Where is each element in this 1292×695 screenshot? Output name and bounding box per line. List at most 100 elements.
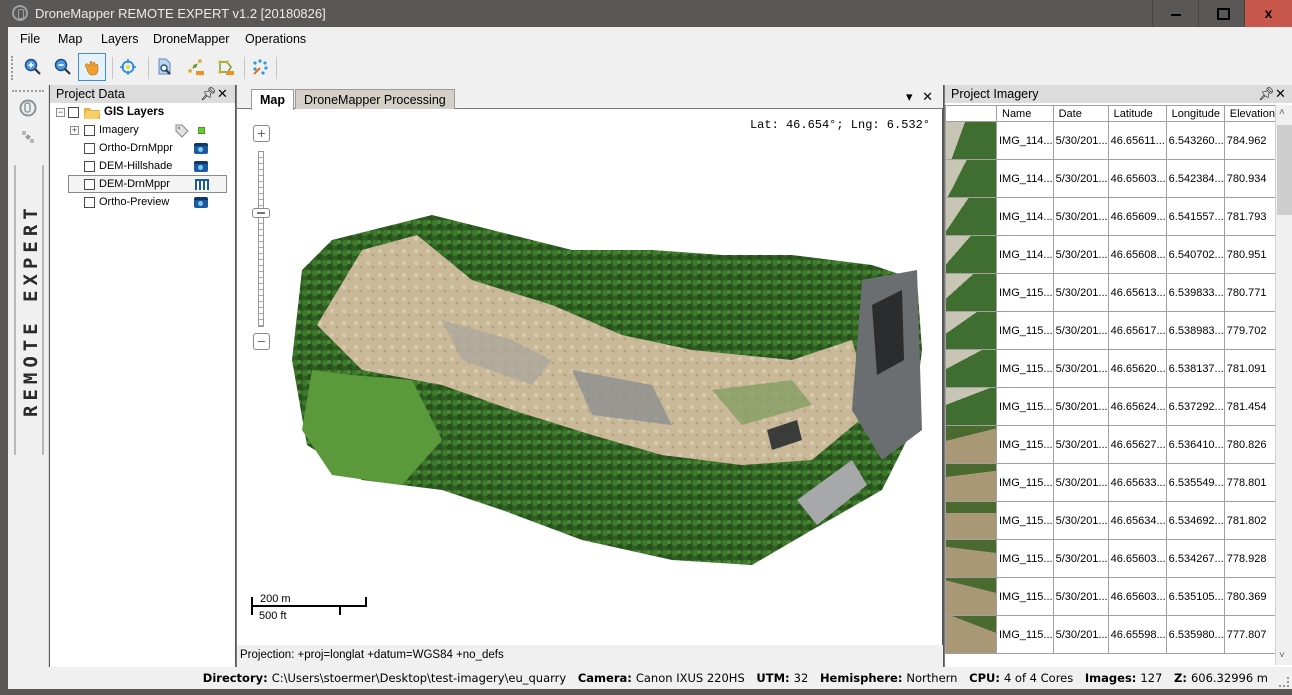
- table-row[interactable]: IMG_114... 5/30/201... 46.65609... 6.541557…: [945, 197, 1277, 236]
- collapse-toggle[interactable]: −: [56, 108, 65, 117]
- zoom-slider-thumb[interactable]: [252, 208, 270, 218]
- thumbnail-cell[interactable]: [945, 121, 997, 160]
- scroll-up-button[interactable]: ˄: [1279, 107, 1285, 118]
- close-panel-button[interactable]: ✕: [1275, 86, 1286, 102]
- layer-row-dem-drnmppr[interactable]: DEM-DrnMppr: [68, 175, 227, 193]
- toolbar-grip[interactable]: [11, 56, 13, 80]
- table-row[interactable]: IMG_115... 5/30/201... 46.65598... 6.535980…: [945, 615, 1277, 654]
- table-row[interactable]: IMG_114... 5/30/201... 46.65608... 6.540702…: [945, 235, 1277, 274]
- table-row[interactable]: IMG_115... 5/30/201... 46.65633... 6.535549…: [945, 463, 1277, 502]
- tab-dronemapper-processing[interactable]: DroneMapper Processing: [295, 89, 455, 109]
- point-picker-button[interactable]: [246, 53, 274, 81]
- thumbnail-cell[interactable]: [945, 425, 997, 464]
- scroll-thumb[interactable]: [1277, 125, 1292, 215]
- table-row[interactable]: IMG_115... 5/30/201... 46.65634... 6.534692…: [945, 501, 1277, 540]
- thumbnail-cell[interactable]: [945, 539, 997, 578]
- thumbnail-cell[interactable]: [945, 463, 997, 502]
- thumbnail-cell[interactable]: [945, 501, 997, 540]
- menu-dronemapper[interactable]: DroneMapper: [153, 32, 229, 46]
- image-latitude: 46.65613...: [1107, 273, 1167, 312]
- map-panel: Map DroneMapper Processing ▾ ✕ Lat: 46.6…: [236, 85, 943, 667]
- layer-checkbox[interactable]: [84, 143, 95, 154]
- tab-map[interactable]: Map: [251, 89, 294, 110]
- layer-row-dem-hillshade[interactable]: DEM-Hillshade: [84, 158, 230, 176]
- menu-file[interactable]: File: [20, 32, 40, 46]
- layer-checkbox[interactable]: [84, 161, 95, 172]
- imagery-scrollbar[interactable]: ˄ ˅: [1275, 105, 1292, 665]
- thumbnail-cell[interactable]: [945, 387, 997, 426]
- layer-label: Ortho-DrnMppr: [99, 142, 173, 154]
- table-row[interactable]: IMG_115... 5/30/201... 46.65603... 6.534267…: [945, 539, 1277, 578]
- column-header-thumbnail[interactable]: [945, 105, 997, 122]
- thumbnail-cell[interactable]: [945, 349, 997, 388]
- scroll-down-button[interactable]: ˅: [1279, 650, 1285, 661]
- scale-bar: 200 m 500 ft: [251, 593, 371, 623]
- column-header-longitude[interactable]: Longitude: [1165, 105, 1225, 122]
- minimize-button[interactable]: [1152, 0, 1198, 27]
- menu-operations[interactable]: Operations: [245, 32, 306, 46]
- column-header-name[interactable]: Name: [996, 105, 1054, 122]
- table-row[interactable]: IMG_115... 5/30/201... 46.65617... 6.538983…: [945, 311, 1277, 350]
- column-header-latitude[interactable]: Latitude: [1107, 105, 1167, 122]
- thumbnail-cell[interactable]: [945, 197, 997, 236]
- tab-controls: ▾ ✕: [906, 89, 933, 105]
- table-row[interactable]: IMG_115... 5/30/201... 46.65627... 6.536410…: [945, 425, 1277, 464]
- layer-row-ortho-preview[interactable]: Ortho-Preview: [84, 194, 230, 212]
- map-zoom-out-button[interactable]: −: [253, 333, 270, 350]
- thumbnail-cell[interactable]: [945, 235, 997, 274]
- close-panel-button[interactable]: ✕: [217, 86, 228, 102]
- table-row[interactable]: IMG_115... 5/30/201... 46.65624... 6.537292…: [945, 387, 1277, 426]
- project-imagery-panel: Project Imagery 📌︎ ✕ Name Date Latitude …: [944, 85, 1292, 667]
- thumbnail-cell[interactable]: [945, 311, 997, 350]
- thumbnail-cell[interactable]: [945, 273, 997, 312]
- utm-label: UTM:: [756, 671, 790, 685]
- measure-line-icon: [188, 59, 204, 75]
- map-zoom-in-button[interactable]: +: [253, 125, 270, 142]
- layer-row-imagery[interactable]: + Imagery: [70, 122, 230, 140]
- tree-root-label: GIS Layers: [104, 106, 165, 118]
- thumbnail-cell[interactable]: [945, 615, 997, 654]
- tab-close-button[interactable]: ✕: [922, 89, 933, 104]
- table-row[interactable]: IMG_115... 5/30/201... 46.65603... 6.535105…: [945, 577, 1277, 616]
- image-elevation: 777.807: [1223, 615, 1277, 654]
- zoom-out-button[interactable]: [49, 53, 77, 81]
- tree-root-gis-layers[interactable]: − GIS Layers: [56, 104, 231, 122]
- table-row[interactable]: IMG_115... 5/30/201... 46.65620... 6.538137…: [945, 349, 1277, 388]
- pin-icon[interactable]: 📌︎: [1258, 86, 1275, 102]
- satellite-icon[interactable]: [20, 129, 36, 145]
- layer-checkbox[interactable]: [84, 197, 95, 208]
- column-header-date[interactable]: Date: [1052, 105, 1109, 122]
- pin-icon[interactable]: 📌︎: [200, 86, 217, 102]
- table-row[interactable]: IMG_115... 5/30/201... 46.65613... 6.539833…: [945, 273, 1277, 312]
- tab-menu-button[interactable]: ▾: [906, 89, 913, 104]
- project-data-panel: Project Data 📌︎ ✕ − GIS Layers + Imagery…: [50, 85, 235, 667]
- dronemapper-logo-icon[interactable]: [19, 99, 37, 117]
- table-row[interactable]: IMG_114... 5/30/201... 46.65603... 6.542384…: [945, 159, 1277, 198]
- locate-button[interactable]: [114, 53, 142, 81]
- layer-checkbox[interactable]: [84, 179, 95, 190]
- measure-distance-button[interactable]: [182, 53, 210, 81]
- camera-label: Camera:: [577, 671, 632, 685]
- zoom-slider-track[interactable]: [258, 151, 264, 327]
- pan-button[interactable]: [78, 53, 106, 81]
- orthomosaic-image[interactable]: [292, 210, 932, 580]
- image-date: 5/30/201...: [1052, 311, 1109, 350]
- menu-layers[interactable]: Layers: [101, 32, 139, 46]
- table-row[interactable]: IMG_114... 5/30/201... 46.65611... 6.543260…: [945, 121, 1277, 160]
- close-window-button[interactable]: x: [1244, 0, 1292, 27]
- strip-grip[interactable]: [12, 90, 44, 92]
- thumbnail-cell[interactable]: [945, 577, 997, 616]
- expand-toggle[interactable]: +: [70, 126, 79, 135]
- maximize-button[interactable]: [1198, 0, 1244, 27]
- zoom-in-button[interactable]: [19, 53, 47, 81]
- layer-checkbox[interactable]: [68, 107, 79, 118]
- image-latitude: 46.65620...: [1107, 349, 1167, 388]
- identify-button[interactable]: [151, 53, 179, 81]
- thumbnail-cell[interactable]: [945, 159, 997, 198]
- layer-checkbox[interactable]: [84, 125, 95, 136]
- measure-area-button[interactable]: [212, 53, 240, 81]
- menu-map[interactable]: Map: [58, 32, 82, 46]
- layer-row-ortho-drnmppr[interactable]: Ortho-DrnMppr: [84, 140, 230, 158]
- resize-grip[interactable]: [1279, 677, 1289, 687]
- column-header-elevation[interactable]: Elevation: [1223, 105, 1277, 122]
